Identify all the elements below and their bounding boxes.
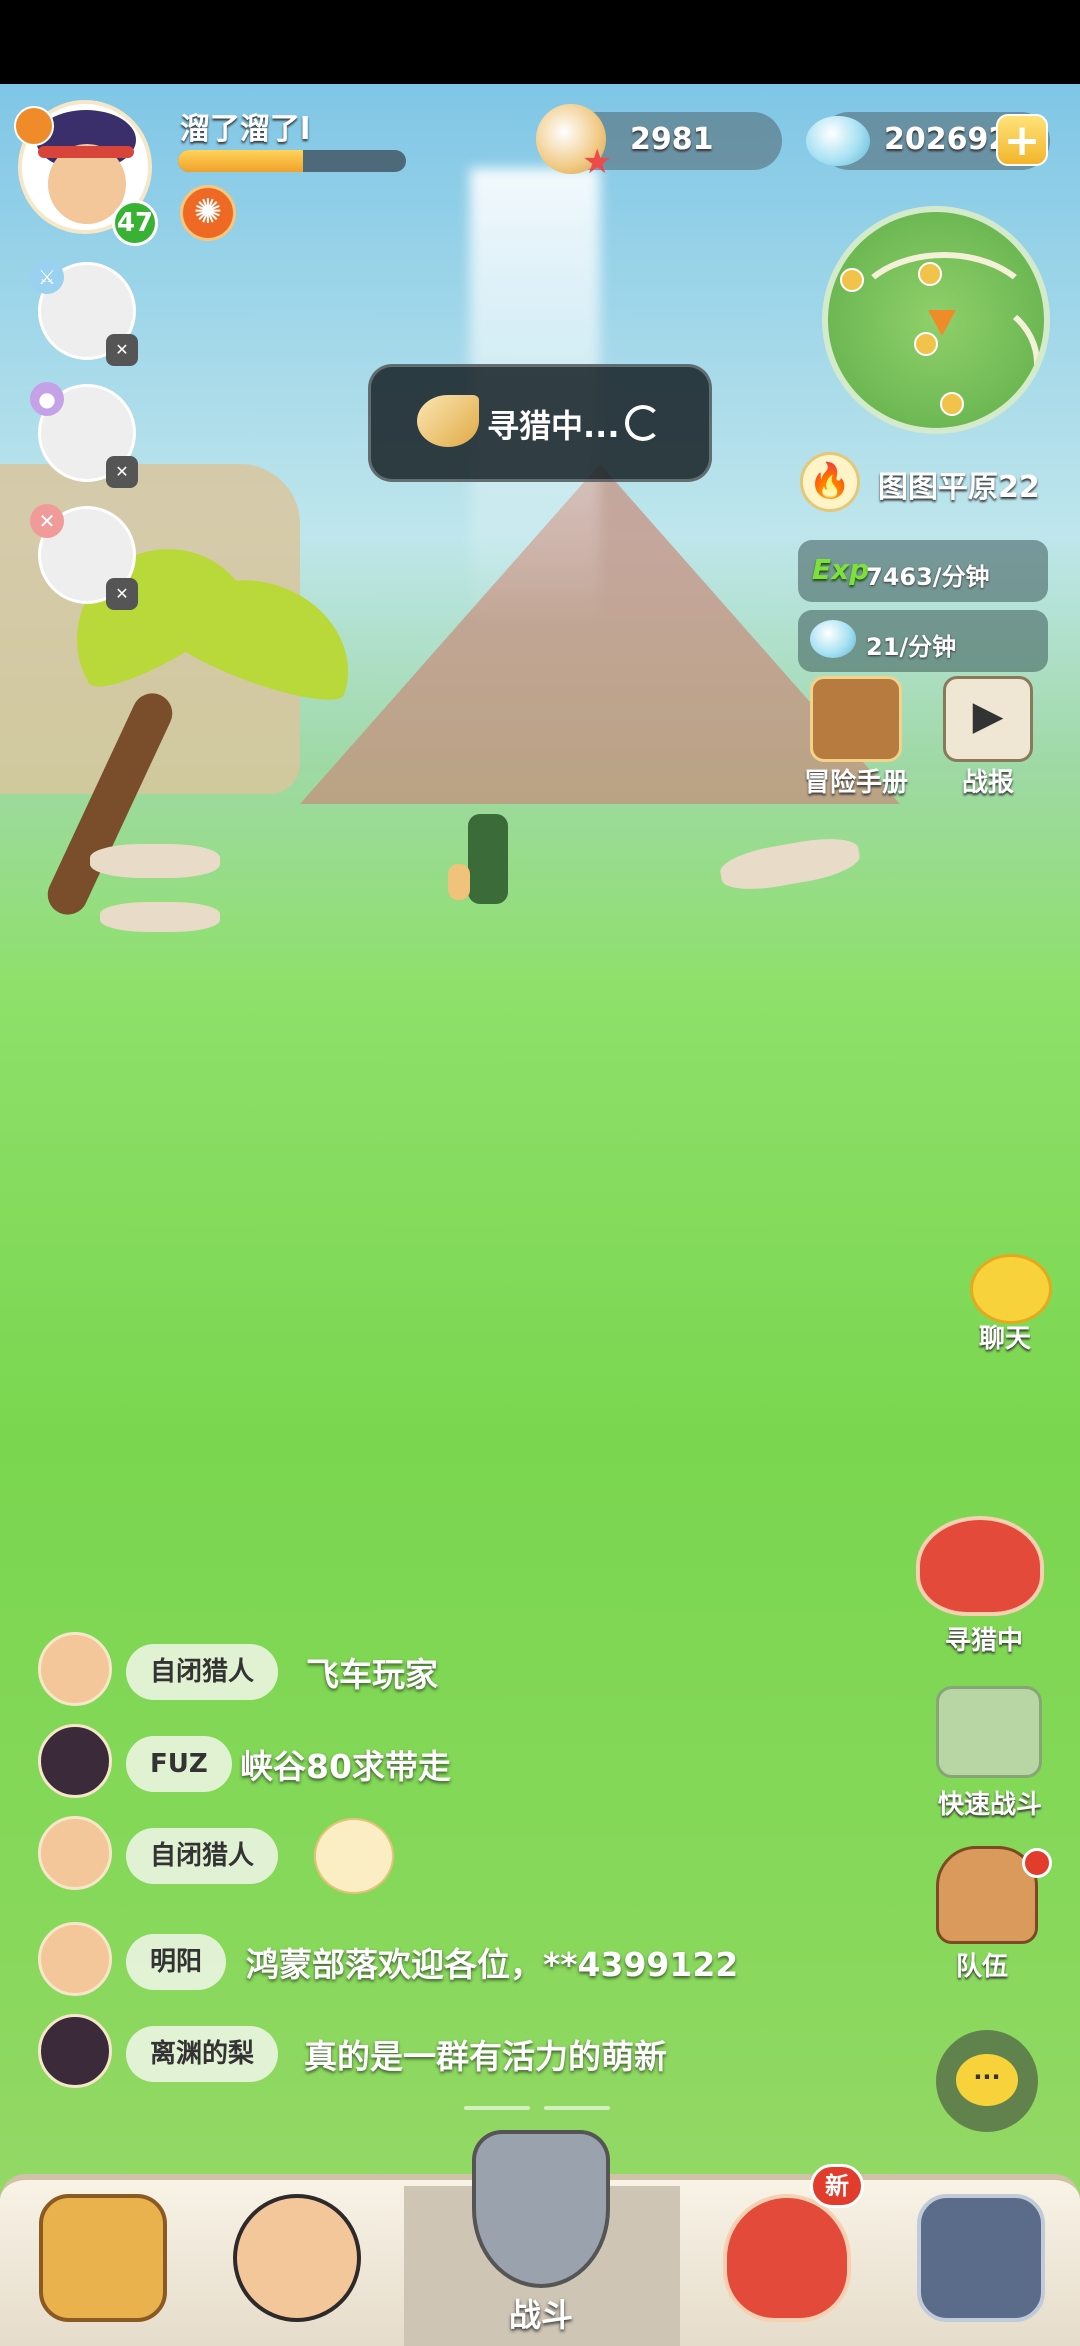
add-gems-button[interactable]: + xyxy=(996,114,1048,166)
minimap-waypoint xyxy=(840,268,864,292)
battle-tab-label: 战斗 xyxy=(508,2296,573,2334)
zone-name: 图图平原22 xyxy=(878,470,1040,505)
chat-sender[interactable]: 自闭猎人 xyxy=(126,1644,279,1700)
pet-dino-icon xyxy=(723,2194,851,2322)
hunting-status-button[interactable]: 寻猎中 xyxy=(904,1516,1064,1657)
shield-icon: ✕ xyxy=(30,504,64,538)
chat-avatar[interactable] xyxy=(38,1724,112,1798)
minimap-waypoint xyxy=(940,392,964,416)
nav-portal-tab[interactable] xyxy=(906,2194,1056,2344)
status-bar xyxy=(0,0,1080,84)
chick-sticker-icon xyxy=(314,1818,394,1894)
page-dash xyxy=(544,2106,610,2110)
party-member-tag-icon: ✕ xyxy=(106,456,138,488)
chat-text: 飞车玩家 xyxy=(306,1655,438,1694)
orb-icon: ● xyxy=(30,382,64,416)
quick-battle-label: 快速战斗 xyxy=(937,1790,1042,1820)
chat-label: 聊天 xyxy=(978,1324,1031,1354)
player-level-badge: 47 xyxy=(112,200,158,246)
page-indicator xyxy=(464,2106,610,2110)
chat-text: 峡谷80求带走 xyxy=(240,1747,451,1786)
hunting-toast-text: 寻猎中... xyxy=(487,407,620,445)
nav-hero-tab[interactable] xyxy=(222,2194,372,2344)
avatar-headband xyxy=(38,146,134,158)
hunting-toast: 寻猎中... xyxy=(368,364,712,482)
chat-avatar[interactable] xyxy=(38,1632,112,1706)
nav-battle-tab[interactable]: 战斗 xyxy=(466,2130,616,2340)
team-label: 队伍 xyxy=(955,1952,1008,1982)
chat-bubble-icon xyxy=(970,1254,1052,1324)
buff-icon[interactable]: ✺ xyxy=(180,185,236,241)
player-name: 溜了溜了l xyxy=(180,112,311,147)
shell-count: 2981 xyxy=(630,122,714,157)
tribe-hut-icon xyxy=(39,2194,167,2322)
nav-pets-tab[interactable]: 新 xyxy=(712,2164,864,2344)
hero-head-icon xyxy=(233,2194,361,2322)
chat-text: 真的是一群有活力的萌新 xyxy=(304,2037,667,2076)
gem-icon xyxy=(810,620,856,658)
chat-avatar[interactable] xyxy=(38,2014,112,2088)
bottom-nav: 战斗 新 xyxy=(0,2130,1080,2346)
player-location-marker xyxy=(928,310,956,336)
loading-spinner-icon xyxy=(625,405,661,441)
chat-sender[interactable]: 明阳 xyxy=(126,1934,227,1990)
speech-bubble-icon: ··· xyxy=(956,2054,1018,2106)
nav-tribe-tab[interactable] xyxy=(28,2194,178,2344)
chat-avatar[interactable] xyxy=(38,1816,112,1890)
xp-bar-fill xyxy=(178,150,304,172)
red-dino-icon xyxy=(916,1516,1044,1616)
horn-icon xyxy=(417,395,479,447)
chat-avatar[interactable] xyxy=(38,1922,112,1996)
exp-label: Exp xyxy=(812,553,870,586)
exp-rate: 7463/分钟 xyxy=(866,563,990,591)
chat-sender[interactable]: 自闭猎人 xyxy=(126,1828,279,1884)
handbook-label: 冒险手册 xyxy=(803,768,908,798)
team-notification-dot xyxy=(1022,1848,1052,1878)
sword-icon: ⚔ xyxy=(30,260,64,294)
book-icon xyxy=(810,676,902,762)
gem-icon xyxy=(806,116,870,166)
quick-battle-button[interactable]: 快速战斗 xyxy=(924,1686,1056,1821)
rock xyxy=(717,832,863,896)
battle-spear-icon xyxy=(472,2130,610,2288)
class-emblem-icon xyxy=(14,106,54,146)
adventure-handbook-button[interactable]: 冒险手册 xyxy=(796,676,916,799)
starfish-icon: ★ xyxy=(582,142,613,182)
chat-sender[interactable]: 离渊的梨 xyxy=(126,2026,279,2082)
battle-report-button[interactable]: ▶ 战报 xyxy=(938,676,1038,799)
rock xyxy=(100,902,220,932)
new-badge: 新 xyxy=(810,2164,864,2208)
pet-companion[interactable] xyxy=(448,864,470,900)
hunting-label: 寻猎中 xyxy=(944,1626,1023,1656)
xp-bar xyxy=(178,150,406,172)
minimap-waypoint xyxy=(918,262,942,286)
gem-rate: 21/分钟 xyxy=(866,633,957,661)
rock xyxy=(90,844,220,878)
party-member-tag-icon: ✕ xyxy=(106,578,138,610)
party-member-tag-icon: ✕ xyxy=(106,334,138,366)
campfire-icon: 🔥 xyxy=(800,452,860,512)
chat-open-button[interactable]: ··· xyxy=(936,2030,1038,2132)
video-play-icon: ▶ xyxy=(943,676,1033,762)
portal-icon xyxy=(917,2194,1045,2322)
report-label: 战报 xyxy=(961,768,1014,798)
stone-golem-icon xyxy=(936,1686,1042,1778)
minimap[interactable] xyxy=(822,206,1050,434)
chat-text: 鸿蒙部落欢迎各位，**4399122 xyxy=(246,1945,739,1984)
chat-sender[interactable]: FUZ xyxy=(126,1736,232,1792)
gem-count: 202692 xyxy=(884,122,1010,157)
player-character[interactable] xyxy=(468,814,508,904)
chat-toggle-button[interactable]: 聊天 xyxy=(950,1254,1060,1355)
page-dash xyxy=(464,2106,530,2110)
